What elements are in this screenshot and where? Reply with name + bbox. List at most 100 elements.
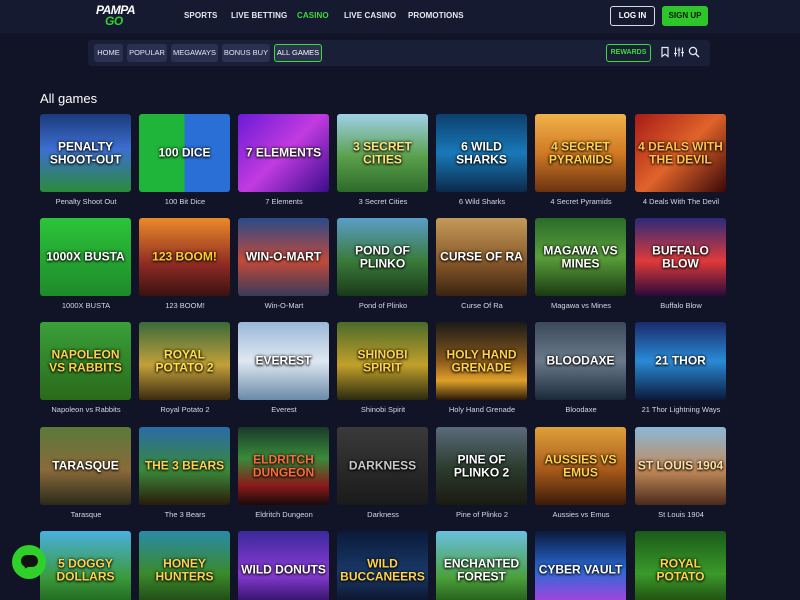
game-tile[interactable]: 6 WILD SHARKS bbox=[436, 114, 527, 192]
game-logo-text: WIN-O-MART bbox=[245, 249, 322, 264]
game-tile[interactable]: PINE OF PLINKO 2 bbox=[436, 427, 527, 505]
filter-chip-popular[interactable]: POPULAR bbox=[127, 44, 167, 62]
game-title[interactable]: Darkness bbox=[333, 510, 433, 519]
game-title[interactable]: Everest bbox=[234, 405, 334, 414]
game-tile[interactable]: ELDRITCH DUNGEON bbox=[238, 427, 329, 505]
filter-chip-bonus-buy[interactable]: BONUS BUY bbox=[222, 44, 270, 62]
game-title[interactable]: Royal Potato 2 bbox=[135, 405, 235, 414]
game-title[interactable]: Napoleon vs Rabbits bbox=[36, 405, 136, 414]
game-tile[interactable]: EVEREST bbox=[238, 322, 329, 400]
game-title[interactable]: 7 Elements bbox=[234, 197, 334, 206]
game-tile[interactable]: POND OF PLINKO bbox=[337, 218, 428, 296]
game-tile[interactable]: TARASQUE bbox=[40, 427, 131, 505]
game-title[interactable]: Pond of Plinko bbox=[333, 301, 433, 310]
game-title[interactable]: Holy Hand Grenade bbox=[432, 405, 532, 414]
game-tile[interactable]: 21 THOR bbox=[635, 322, 726, 400]
game-tile[interactable]: 100 DICE bbox=[139, 114, 230, 192]
filter-chip-megaways[interactable]: MEGAWAYS bbox=[171, 44, 218, 62]
game-title[interactable]: 123 BOOM! bbox=[135, 301, 235, 310]
signup-button[interactable]: SIGN UP bbox=[662, 6, 708, 26]
game-logo-text: TARASQUE bbox=[52, 458, 119, 473]
nav-live-casino[interactable]: LIVE CASINO bbox=[344, 11, 396, 20]
game-title[interactable]: Magawa vs Mines bbox=[531, 301, 631, 310]
game-tile[interactable]: ENCHANTED FOREST bbox=[436, 531, 527, 600]
game-tile[interactable]: HOLY HAND GRENADE bbox=[436, 322, 527, 400]
game-title[interactable]: 3 Secret Cities bbox=[333, 197, 433, 206]
game-title[interactable]: Aussies vs Emus bbox=[531, 510, 631, 519]
game-tile[interactable]: ST LOUIS 1904 bbox=[635, 427, 726, 505]
game-title[interactable]: The 3 Bears bbox=[135, 510, 235, 519]
game-title[interactable]: 6 Wild Sharks bbox=[432, 197, 532, 206]
game-title[interactable]: Tarasque bbox=[36, 510, 136, 519]
game-tile[interactable]: CYBER VAULT bbox=[535, 531, 626, 600]
game-logo-text: ENCHANTED FOREST bbox=[443, 556, 520, 583]
game-tile[interactable]: 3 SECRET CITIES bbox=[337, 114, 428, 192]
game-tile[interactable]: WILD DONUTS bbox=[238, 531, 329, 600]
game-logo-text: ROYAL POTATO bbox=[656, 556, 705, 583]
filter-chip-all-games[interactable]: ALL GAMES bbox=[274, 44, 322, 62]
game-tile[interactable]: NAPOLEON VS RABBITS bbox=[40, 322, 131, 400]
bookmark-icon[interactable] bbox=[659, 46, 671, 58]
game-tile[interactable]: AUSSIES VS EMUS bbox=[535, 427, 626, 505]
game-tile[interactable]: BUFFALO BLOW bbox=[635, 218, 726, 296]
brand-logo[interactable]: PAMPA GO bbox=[96, 3, 138, 29]
nav-casino[interactable]: CASINO bbox=[297, 11, 329, 20]
nav-promotions[interactable]: PROMOTIONS bbox=[408, 11, 464, 20]
game-title[interactable]: Bloodaxe bbox=[531, 405, 631, 414]
game-title[interactable]: Win-O-Mart bbox=[234, 301, 334, 310]
game-tile[interactable]: WILD BUCCANEERS bbox=[337, 531, 428, 600]
game-tile[interactable]: PENALTY SHOOT-OUT bbox=[40, 114, 131, 192]
game-logo-text: NAPOLEON VS RABBITS bbox=[49, 347, 122, 374]
game-logo-text: 3 SECRET CITIES bbox=[353, 139, 412, 166]
filter-chip-home[interactable]: HOME bbox=[94, 44, 123, 62]
game-title[interactable]: Curse Of Ra bbox=[432, 301, 532, 310]
game-logo-text: POND OF PLINKO bbox=[355, 243, 410, 270]
game-title[interactable]: 21 Thor Lightning Ways bbox=[631, 405, 731, 414]
game-logo-text: BLOODAXE bbox=[546, 353, 615, 368]
game-tile[interactable]: 4 SECRET PYRAMIDS bbox=[535, 114, 626, 192]
game-tile[interactable]: BLOODAXE bbox=[535, 322, 626, 400]
game-tile[interactable]: SHINOBI SPIRIT bbox=[337, 322, 428, 400]
game-tile[interactable]: MAGAWA VS MINES bbox=[535, 218, 626, 296]
chat-button[interactable] bbox=[12, 545, 46, 579]
game-logo-text: PINE OF PLINKO 2 bbox=[453, 452, 510, 479]
game-title[interactable]: 1000X BUSTA bbox=[36, 301, 136, 310]
game-tile[interactable]: 4 DEALS WITH THE DEVIL bbox=[635, 114, 726, 192]
game-title[interactable]: 4 Deals With The Devil bbox=[631, 197, 731, 206]
nav-live-betting[interactable]: LIVE BETTING bbox=[231, 11, 287, 20]
game-logo-text: 6 WILD SHARKS bbox=[456, 139, 507, 166]
game-logo-text: DARKNESS bbox=[348, 458, 417, 473]
game-title[interactable]: Shinobi Spirit bbox=[333, 405, 433, 414]
game-tile[interactable]: 1000X BUSTA bbox=[40, 218, 131, 296]
game-tile[interactable]: HONEY HUNTERS bbox=[139, 531, 230, 600]
game-logo-text: BUFFALO BLOW bbox=[652, 243, 709, 270]
game-logo-text: EVEREST bbox=[255, 353, 312, 368]
game-tile[interactable]: 123 BOOM! bbox=[139, 218, 230, 296]
login-button[interactable]: LOG IN bbox=[610, 6, 655, 26]
game-tile[interactable]: CURSE OF RA bbox=[436, 218, 527, 296]
game-tile[interactable]: WIN-O-MART bbox=[238, 218, 329, 296]
game-title[interactable]: St Louis 1904 bbox=[631, 510, 731, 519]
game-title[interactable]: Buffalo Blow bbox=[631, 301, 731, 310]
game-logo-text: AUSSIES VS EMUS bbox=[544, 452, 617, 479]
game-title[interactable]: Eldritch Dungeon bbox=[234, 510, 334, 519]
game-logo-text: CYBER VAULT bbox=[538, 562, 623, 577]
game-tile[interactable]: 7 ELEMENTS bbox=[238, 114, 329, 192]
game-tile[interactable]: 5 DOGGY DOLLARS bbox=[40, 531, 131, 600]
game-tile[interactable]: DARKNESS bbox=[337, 427, 428, 505]
game-tile[interactable]: THE 3 BEARS bbox=[139, 427, 230, 505]
brand-logo-line2: GO bbox=[105, 14, 123, 28]
game-title[interactable]: 4 Secret Pyramids bbox=[531, 197, 631, 206]
nav-sports[interactable]: SPORTS bbox=[184, 11, 218, 20]
game-title[interactable]: Pine of Plinko 2 bbox=[432, 510, 532, 519]
search-icon[interactable] bbox=[688, 46, 700, 58]
game-tile[interactable]: ROYAL POTATO 2 bbox=[139, 322, 230, 400]
game-logo-text: PENALTY SHOOT-OUT bbox=[49, 139, 122, 166]
game-logo-text: ROYAL POTATO 2 bbox=[155, 347, 214, 374]
game-logo-text: ST LOUIS 1904 bbox=[637, 458, 724, 473]
filter-icon[interactable] bbox=[673, 46, 685, 58]
game-title[interactable]: 100 Bit Dice bbox=[135, 197, 235, 206]
game-tile[interactable]: ROYAL POTATO bbox=[635, 531, 726, 600]
game-title[interactable]: Penalty Shoot Out bbox=[36, 197, 136, 206]
rewards-button[interactable]: REWARDS bbox=[606, 44, 651, 62]
